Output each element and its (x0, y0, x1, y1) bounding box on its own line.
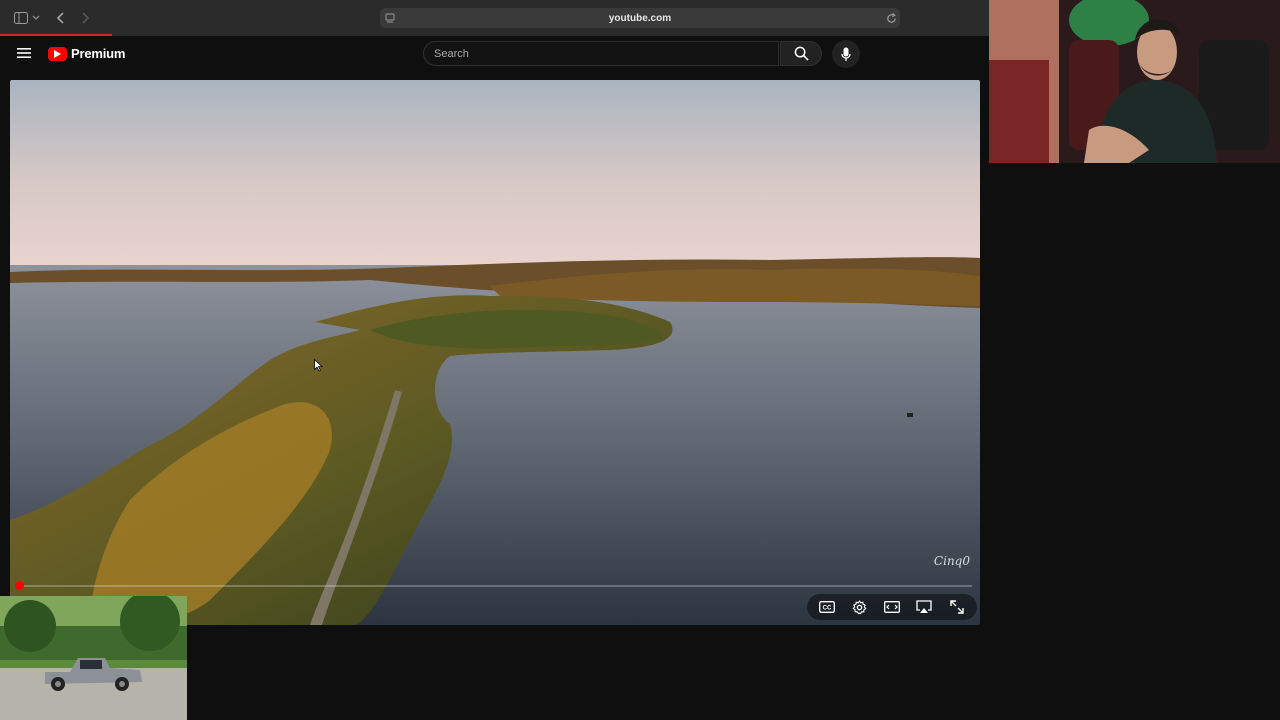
search-placeholder: Search (434, 47, 469, 60)
settings-icon[interactable] (850, 597, 870, 617)
search-icon (794, 46, 809, 61)
progress-bar[interactable] (18, 585, 972, 587)
search-input[interactable]: Search (423, 41, 779, 66)
youtube-play-icon (48, 46, 67, 61)
fullscreen-icon[interactable] (947, 597, 967, 617)
youtube-header: Premium Search (0, 36, 989, 80)
video-player[interactable]: Cinq0 CC (10, 80, 980, 625)
search-button[interactable] (780, 41, 822, 66)
voice-search-button[interactable] (832, 40, 860, 68)
url-text: youtube.com (608, 12, 672, 24)
reload-icon[interactable] (882, 9, 900, 27)
page-settings-icon[interactable] (381, 9, 399, 27)
webcam-streamer-overlay (989, 0, 1280, 163)
streamer-image (989, 0, 1280, 163)
truck-image (0, 596, 187, 720)
browser-toolbar: youtube.com (0, 0, 989, 37)
cc-icon[interactable]: CC (817, 597, 837, 617)
webcam-truck-overlay (0, 596, 187, 720)
logo-text: Premium (71, 46, 126, 61)
svg-text:CC: CC (823, 606, 832, 612)
hamburger-menu-icon[interactable] (15, 44, 33, 62)
mouse-cursor (314, 358, 324, 377)
progress-scrubber[interactable] (15, 581, 24, 590)
player-controls-right: CC (807, 594, 977, 620)
forward-arrow-icon[interactable] (76, 9, 94, 27)
video-frame (10, 80, 980, 625)
sidebar-toggle-icon[interactable] (12, 9, 30, 27)
back-arrow-icon[interactable] (52, 9, 70, 27)
chevron-down-icon[interactable] (30, 9, 42, 27)
video-watermark: Cinq0 (933, 554, 970, 568)
airplay-icon[interactable] (914, 597, 934, 617)
address-bar[interactable]: youtube.com (380, 8, 900, 28)
theater-mode-icon[interactable] (882, 597, 902, 617)
microphone-icon (841, 47, 851, 61)
youtube-premium-logo[interactable]: Premium (48, 46, 125, 61)
